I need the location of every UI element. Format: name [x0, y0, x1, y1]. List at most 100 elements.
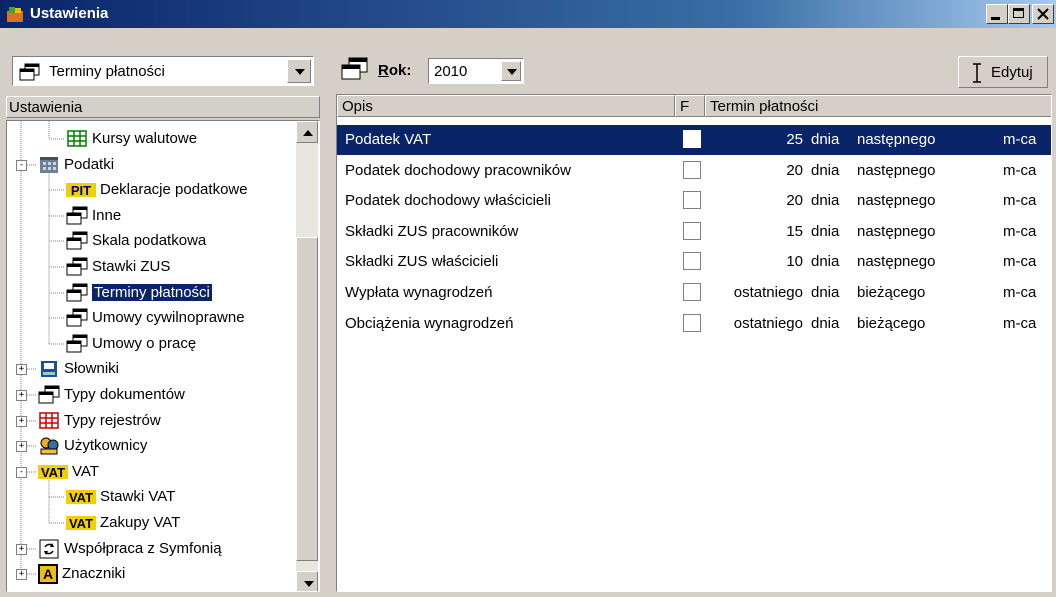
cell-opis: Składki ZUS pracowników [345, 223, 519, 240]
tree-item-label: Skala podatkowa [92, 232, 207, 249]
svg-text:VAT: VAT [41, 465, 65, 480]
cell-termin-when: następnego [857, 192, 936, 209]
cell-termin-number: 20 [786, 162, 803, 179]
cell-termin-number: 15 [786, 223, 803, 240]
cell-opis: Podatek VAT [345, 131, 432, 148]
tree-item[interactable]: Kursy walutowe [7, 127, 295, 151]
table-row[interactable]: Podatek VAT 25 dnia następnego m-ca [337, 125, 1051, 155]
users-icon [37, 436, 61, 456]
combo-value: Terminy płatności [49, 63, 165, 80]
collapse-icon[interactable]: - [16, 467, 27, 478]
minimize-icon [991, 17, 1000, 20]
app-icon [7, 7, 23, 22]
expand-icon[interactable]: + [16, 441, 27, 452]
f-checkbox[interactable] [683, 252, 701, 270]
tree-item-label: Deklaracje podatkowe [100, 181, 248, 198]
table-row[interactable]: Składki ZUS właścicieli 10 dnia następnego m… [337, 247, 1051, 277]
tree-item-label: Słowniki [64, 360, 120, 377]
grid-header: Opis F Termin płatności [337, 95, 1051, 117]
table-row[interactable]: Wypłata wynagrodzeń ostatniego dnia bieżące… [337, 278, 1051, 308]
window-icon [19, 63, 40, 81]
cell-termin-number: 25 [786, 131, 803, 148]
tree-item-label: Umowy cywilnoprawne [92, 309, 245, 326]
cell-termin-when: następnego [857, 131, 936, 148]
tree-item[interactable]: - VAT VAT [7, 460, 295, 484]
tree-item[interactable]: + Typy dokumentów [7, 383, 295, 407]
table-row[interactable]: Składki ZUS pracowników 15 dnia następnego m… [337, 217, 1051, 247]
year-combo[interactable]: 2010 [428, 58, 524, 84]
close-button[interactable] [1032, 4, 1054, 24]
cell-opis: Podatek dochodowy właścicieli [345, 192, 551, 209]
scroll-down-button[interactable] [296, 571, 318, 591]
combo-dropdown-button[interactable] [287, 59, 311, 83]
tree-item[interactable]: + A Znaczniki [7, 562, 295, 586]
maximize-icon [1013, 8, 1024, 18]
splitter[interactable] [322, 28, 328, 597]
tree-item-label: Podatki [64, 156, 115, 173]
title-bar[interactable]: Ustawienia [0, 0, 1056, 28]
tree-item[interactable]: Terminy płatności [7, 281, 295, 305]
tree-item-label: Typy dokumentów [64, 386, 185, 403]
f-checkbox[interactable] [683, 161, 701, 179]
vat-icon: VAT [65, 487, 97, 507]
window-icon [65, 231, 89, 251]
column-header-f[interactable]: F [675, 95, 705, 117]
f-checkbox[interactable] [683, 191, 701, 209]
tree-item[interactable]: VAT Stawki VAT [7, 485, 295, 509]
scroll-thumb[interactable] [296, 237, 318, 561]
cell-termin-number: 20 [786, 192, 803, 209]
settings-tree: Kursy walutowe - Podatki PIT Deklaracje poda… [6, 120, 320, 592]
tree-item[interactable]: Umowy cywilnoprawne [7, 306, 295, 330]
column-header-opis[interactable]: Opis [337, 95, 675, 117]
f-checkbox[interactable] [683, 130, 701, 148]
f-checkbox[interactable] [683, 222, 701, 240]
scroll-up-button[interactable] [296, 121, 318, 143]
tree-item-label: Kursy walutowe [92, 130, 198, 147]
tree-item-label: Współpraca z Symfonią [64, 540, 222, 557]
window-icon [65, 308, 89, 328]
maximize-button[interactable] [1008, 4, 1030, 24]
edit-button[interactable]: Edytuj [958, 56, 1048, 88]
chevron-down-icon [295, 69, 305, 75]
cell-termin-unit: dnia [811, 192, 840, 209]
tree-scrollbar[interactable] [296, 121, 318, 591]
tree-item[interactable]: Skala podatkowa [7, 229, 295, 253]
tree-item-label: Typy rejestrów [64, 412, 161, 429]
table-row[interactable]: Podatek dochodowy pracowników 20 dnia nastę… [337, 156, 1051, 186]
expand-icon[interactable]: + [16, 544, 27, 555]
tree-item[interactable]: + Użytkownicy [7, 434, 295, 458]
cell-termin-number: ostatniego [733, 284, 803, 301]
tree-item[interactable]: Umowy o pracę [7, 332, 295, 356]
table-row[interactable]: Podatek dochodowy właścicieli 20 dnia nastę… [337, 186, 1051, 216]
f-checkbox[interactable] [683, 314, 701, 332]
tree-item-label: Umowy o pracę [92, 335, 197, 352]
tree-item[interactable]: Inne [7, 204, 295, 228]
tree-item[interactable]: + Typy rejestrów [7, 409, 295, 433]
edit-button-label: Edytuj [991, 64, 1033, 81]
tree-item[interactable]: Stawki ZUS [7, 255, 295, 279]
tag-icon: A [37, 564, 59, 584]
grid-icon [37, 411, 61, 431]
collapse-icon[interactable]: - [16, 160, 27, 171]
vat-icon: VAT [37, 462, 69, 482]
tree-item[interactable]: VAT Zakupy VAT [7, 511, 295, 535]
expand-icon[interactable]: + [16, 364, 27, 375]
year-dropdown-button[interactable] [501, 61, 521, 81]
window-icon [65, 206, 89, 226]
expand-icon[interactable]: + [16, 390, 27, 401]
tree-item[interactable]: - Podatki [7, 153, 295, 177]
cell-termin-period: m-ca [1003, 192, 1037, 209]
tree-item[interactable]: + Słowniki [7, 357, 295, 381]
table-row[interactable]: Obciążenia wynagrodzeń ostatniego dnia bież… [337, 309, 1051, 339]
cell-termin-unit: dnia [811, 162, 840, 179]
tree-item-label: Terminy płatności [91, 283, 213, 302]
tree-item[interactable]: + Współpraca z Symfonią [7, 537, 295, 561]
minimize-button[interactable] [986, 4, 1008, 24]
expand-icon[interactable]: + [16, 416, 27, 427]
expand-icon[interactable]: + [16, 569, 27, 580]
column-header-termin[interactable]: Termin płatności [705, 95, 1051, 117]
f-checkbox[interactable] [683, 283, 701, 301]
settings-category-combo[interactable]: Terminy płatności [12, 56, 314, 86]
tree-item[interactable]: PIT Deklaracje podatkowe [7, 178, 295, 202]
chevron-down-icon [507, 69, 517, 75]
